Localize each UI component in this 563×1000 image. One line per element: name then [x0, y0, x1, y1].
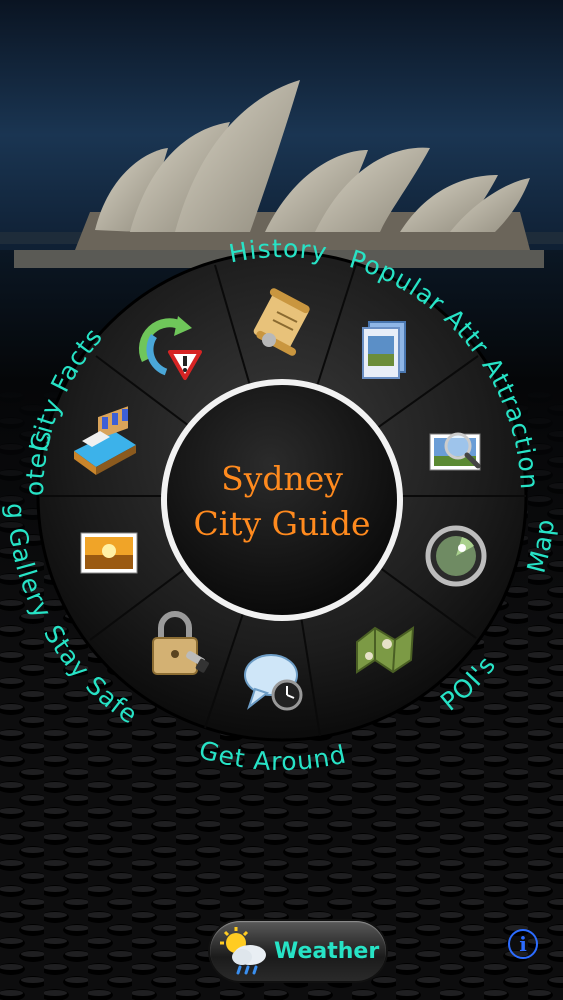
info-button[interactable]: i	[508, 929, 538, 959]
sunset-picture-icon[interactable]	[80, 532, 138, 574]
weather-sun-cloud-icon	[220, 927, 266, 975]
menu-item-map[interactable]: Map	[521, 517, 560, 576]
folded-map-icon[interactable]	[356, 626, 415, 674]
weather-label: Weather	[274, 938, 380, 964]
weather-button[interactable]: Weather	[210, 921, 386, 981]
map-radar-icon[interactable]	[425, 525, 487, 587]
photo-folder-icon[interactable]	[362, 321, 406, 379]
app-title-line1: Sydney	[221, 459, 343, 498]
center-hub	[161, 379, 403, 621]
menu-wheel: Sydney City Guide City Facts History Pop…	[0, 0, 560, 776]
magnifier-picture-icon[interactable]	[429, 432, 481, 471]
app-title-line2: City Guide	[193, 504, 370, 543]
speech-clock-icon[interactable]	[244, 654, 303, 711]
